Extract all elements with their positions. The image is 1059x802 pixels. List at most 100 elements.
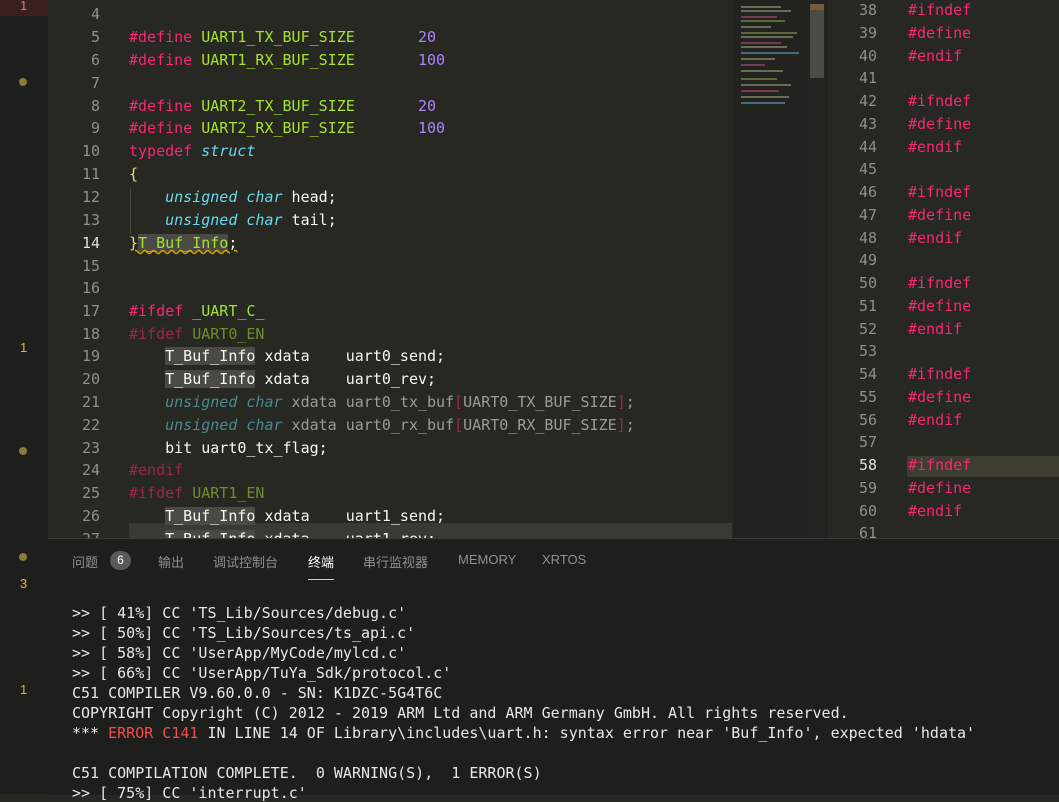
tab-problems[interactable]: 问题	[72, 552, 98, 571]
code-line[interactable]: unsigned char tail;	[129, 211, 337, 229]
split-line-number: 53	[858, 342, 877, 361]
tab-xrtos[interactable]: XRTOS	[542, 552, 586, 567]
code-line[interactable]: #define UART2_TX_BUF_SIZE 20	[129, 97, 436, 115]
terminal-line: COPYRIGHT Copyright (C) 2012 - 2019 ARM …	[72, 704, 849, 722]
line-number: 12	[81, 188, 100, 206]
split-code-line[interactable]: #endif	[908, 320, 962, 338]
line-number: 11	[81, 165, 100, 183]
code-line[interactable]: #define UART1_RX_BUF_SIZE 100	[129, 51, 445, 69]
split-line-number: 38	[858, 1, 877, 19]
line-number: 6	[90, 51, 100, 69]
code-line[interactable]: T_Buf_Info xdata uart0_send;	[129, 347, 445, 365]
line-number: 20	[81, 370, 100, 388]
split-code-line[interactable]: #ifndef	[908, 274, 971, 292]
split-code-line[interactable]: #ifndef	[908, 92, 971, 110]
code-line[interactable]: #ifdef _UART_C_	[129, 302, 264, 320]
split-code-line[interactable]: #ifndef	[908, 365, 971, 383]
split-line-number: 46	[858, 183, 877, 201]
line-number: 10	[81, 142, 100, 160]
split-code-line[interactable]: #define	[908, 115, 971, 133]
code-line[interactable]: T_Buf_Info xdata uart1_rev;	[129, 530, 436, 538]
scrollbar-error-marker	[810, 4, 824, 10]
split-line-number: 55	[858, 387, 877, 406]
terminal-line: C51 COMPILER V9.60.0.0 - SN: K1DZC-5G4T6…	[72, 684, 443, 702]
split-line-number: 60	[858, 501, 877, 520]
split-line-number: 39	[858, 23, 877, 42]
split-code-line[interactable]: #endif	[908, 138, 962, 156]
code-line[interactable]: T_Buf_Info xdata uart1_send;	[129, 507, 445, 525]
line-number: 23	[81, 439, 100, 457]
line-number: 26	[81, 507, 100, 525]
code-line[interactable]: #ifdef UART1_EN	[129, 484, 264, 502]
split-code-line[interactable]: #define	[908, 206, 971, 224]
code-line[interactable]: typedef struct	[129, 142, 255, 160]
code-editor[interactable]: 4 5 6 7 8 9 10 11 12 13 14 15 16 17 18 1…	[48, 0, 732, 538]
code-line[interactable]: #define UART1_TX_BUF_SIZE 20	[129, 28, 436, 46]
gutter-mark-1: 1	[20, 340, 28, 355]
code-line[interactable]: #ifdef UART0_EN	[129, 325, 264, 343]
split-line-number: 50	[858, 274, 877, 292]
tab-memory[interactable]: MEMORY	[458, 552, 516, 567]
line-number: 24	[81, 461, 100, 479]
terminal-line: >> [ 75%] CC 'interrupt.c'	[72, 784, 307, 802]
split-code-line[interactable]: #ifndef	[908, 183, 971, 201]
code-line[interactable]: T_Buf_Info xdata uart0_rev;	[129, 370, 436, 388]
split-code-line[interactable]: #endif	[908, 47, 962, 65]
split-code-line[interactable]: #endif	[908, 411, 962, 429]
gutter-dot	[19, 553, 27, 561]
split-line-number: 47	[858, 205, 877, 224]
split-editor[interactable]: 38 #ifndef 39 #define 40 #endif 41 42 #ifndef 43 #…	[826, 0, 1059, 538]
tab-serial-monitor[interactable]: 串行监视器	[363, 552, 428, 571]
split-code-line[interactable]: #define	[908, 24, 971, 42]
split-line-number: 54	[858, 365, 877, 383]
left-gutter: 1 1 3 1	[0, 0, 48, 794]
split-line-number: 43	[858, 114, 877, 133]
terminal-line: >> [ 41%] CC 'TS_Lib/Sources/debug.c'	[72, 604, 407, 622]
split-line-number: 61	[858, 524, 877, 538]
code-line[interactable]: unsigned char head;	[129, 188, 337, 206]
line-number: 17	[81, 302, 100, 320]
split-code-line[interactable]: #define	[908, 388, 971, 406]
tab-terminal[interactable]: 终端	[308, 552, 335, 580]
line-number: 16	[81, 279, 100, 297]
scrollbar-thumb[interactable]	[810, 4, 824, 78]
line-number: 18	[81, 325, 100, 343]
line-number: 22	[81, 416, 100, 434]
code-line[interactable]: unsigned char xdata uart0_tx_buf[UART0_T…	[129, 393, 635, 411]
split-line-number: 45	[858, 160, 877, 179]
problems-count-badge: 6	[110, 551, 131, 570]
split-line-number: 51	[858, 296, 877, 315]
tab-debug-console[interactable]: 调试控制台	[213, 552, 278, 571]
line-number: 21	[81, 393, 100, 411]
code-line[interactable]: unsigned char xdata uart0_rx_buf[UART0_R…	[129, 416, 635, 434]
split-code-line[interactable]: #endif	[908, 502, 962, 520]
tab-output[interactable]: 输出	[158, 552, 184, 571]
line-number-active: 14	[81, 234, 100, 252]
split-code-line[interactable]: #ifndef	[908, 1, 971, 19]
code-line-error[interactable]: }T_Buf_Info;	[129, 234, 237, 252]
split-code-line[interactable]: #define	[908, 479, 971, 497]
line-number: 27	[48, 530, 100, 538]
terminal-line: >> [ 58%] CC 'UserApp/MyCode/mylcd.c'	[72, 644, 407, 662]
code-line[interactable]: {	[129, 165, 138, 183]
split-code-line[interactable]: #endif	[908, 229, 962, 247]
line-number: 4	[90, 5, 100, 23]
split-line-number: 41	[858, 69, 877, 88]
code-line[interactable]: #endif	[129, 461, 183, 479]
gutter-dot	[19, 78, 27, 86]
line-number: 5	[90, 28, 100, 46]
line-number: 9	[90, 119, 100, 137]
split-code-line[interactable]: #define	[908, 297, 971, 315]
minimap[interactable]	[733, 0, 808, 538]
gutter-dot	[19, 447, 27, 455]
split-code-line[interactable]: #ifndef	[908, 456, 971, 474]
code-line[interactable]: #define UART2_RX_BUF_SIZE 100	[129, 119, 445, 137]
split-line-number: 56	[858, 410, 877, 429]
bottom-panel: 问题 6 输出 调试控制台 终端 串行监视器 MEMORY XRTOS >> […	[48, 538, 1059, 802]
line-number: 13	[81, 211, 100, 229]
line-number: 7	[90, 74, 100, 92]
editor-scrollbar[interactable]	[808, 0, 826, 538]
terminal-line: >> [ 66%] CC 'UserApp/TuYa_Sdk/protocol.…	[72, 664, 452, 682]
terminal-line: C51 COMPILATION COMPLETE. 0 WARNING(S), …	[72, 764, 542, 782]
code-line[interactable]: bit uart0_tx_flag;	[129, 439, 328, 457]
